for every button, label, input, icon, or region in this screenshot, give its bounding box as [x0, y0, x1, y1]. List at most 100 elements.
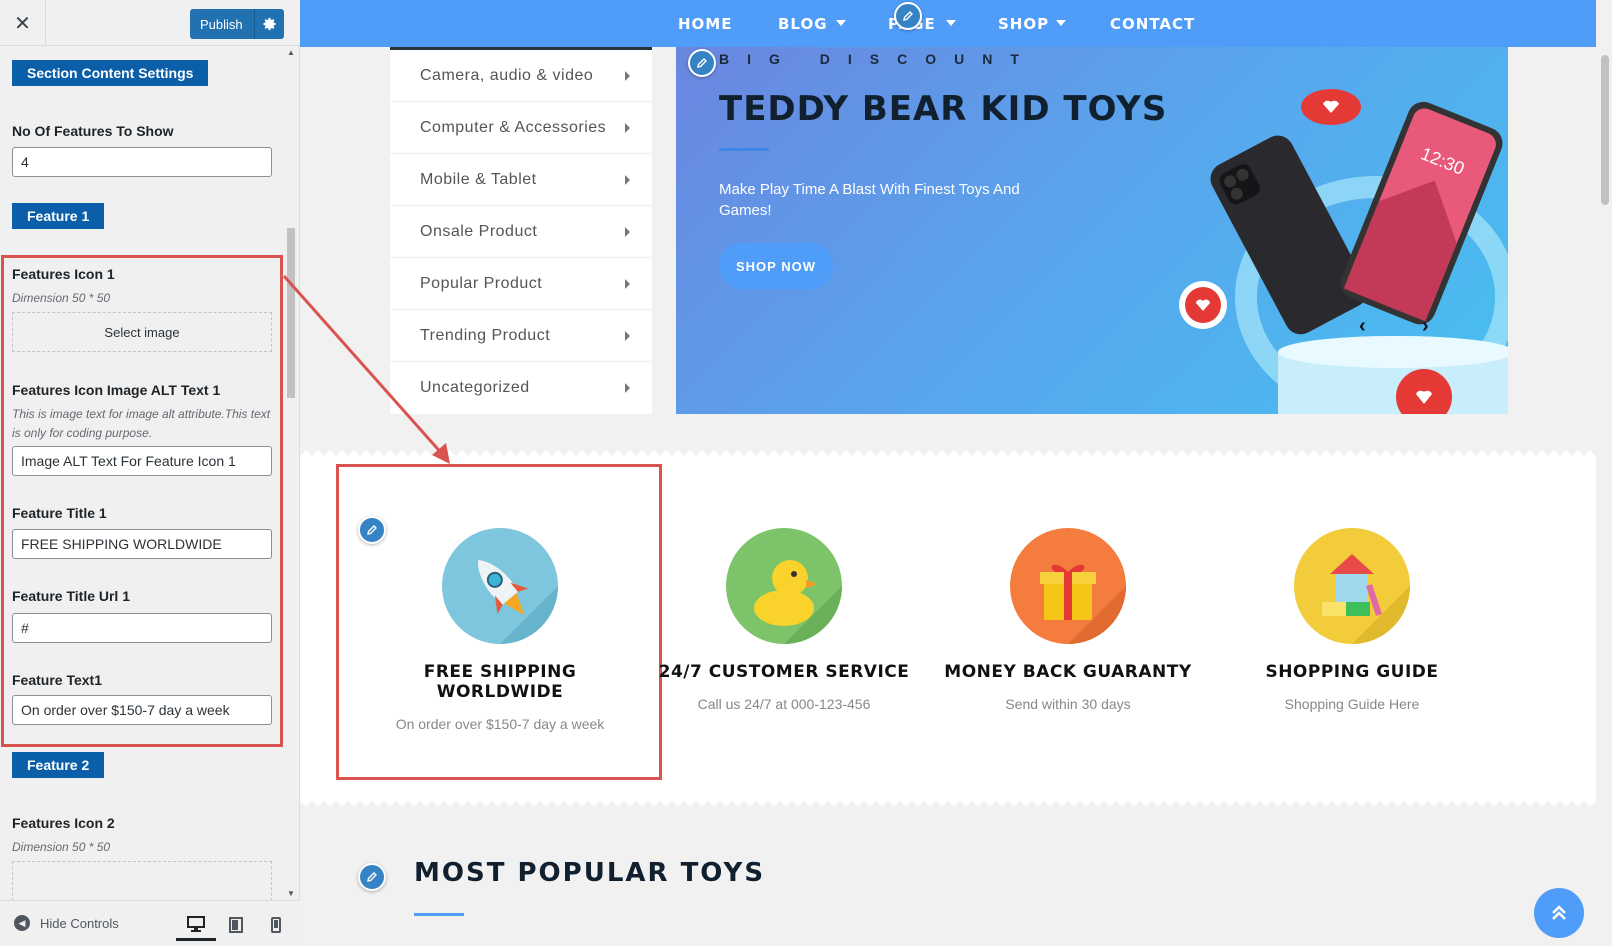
- chevron-right-icon: [625, 71, 630, 81]
- sidebar-scrollbar[interactable]: ▲ ▼: [285, 46, 297, 900]
- select-image-2-button[interactable]: [12, 861, 272, 900]
- no-features-label: No Of Features To Show: [12, 123, 174, 139]
- site-preview: HOME BLOG PAGE SHOP CONTACT Camera, audi…: [300, 0, 1612, 946]
- feature-title-1-input[interactable]: [12, 529, 272, 559]
- feature-title[interactable]: 24/7 CUSTOMER SERVICE: [654, 662, 914, 682]
- mobile-preview-button[interactable]: [256, 909, 296, 941]
- nav-blog[interactable]: BLOG: [778, 15, 828, 33]
- nav-contact[interactable]: CONTACT: [1110, 15, 1195, 33]
- tablet-preview-button[interactable]: [216, 909, 256, 941]
- feature-text: Call us 24/7 at 000-123-456: [697, 696, 871, 712]
- category-item[interactable]: Trending Product: [390, 310, 652, 362]
- scroll-down-icon[interactable]: ▼: [287, 889, 295, 898]
- feature-card: 24/7 CUSTOMER SERVICE Call us 24/7 at 00…: [654, 528, 914, 712]
- gear-icon: [262, 17, 276, 31]
- no-features-input[interactable]: [12, 147, 272, 177]
- collapse-icon: ◀: [14, 915, 30, 931]
- category-item[interactable]: Onsale Product: [390, 206, 652, 258]
- shop-dropdown-icon[interactable]: [1056, 20, 1066, 26]
- hero-text: Make Play Time A Blast With Finest Toys …: [719, 181, 1020, 219]
- back-to-top-button[interactable]: [1534, 888, 1584, 938]
- edit-hero-pencil-icon[interactable]: [688, 49, 716, 77]
- chevron-right-icon: [625, 123, 630, 133]
- duck-icon: [726, 528, 842, 644]
- preview-scroll-thumb[interactable]: [1601, 55, 1609, 205]
- alt-text-1-input[interactable]: [12, 446, 272, 476]
- feature-text: On order over $150-7 day a week: [395, 716, 605, 732]
- chevron-right-icon: [625, 227, 630, 237]
- hide-controls-button[interactable]: ◀ Hide Controls: [14, 915, 119, 931]
- feature-title-url-1-input[interactable]: [12, 613, 272, 643]
- feature-card: SHOPPING GUIDE Shopping Guide Here: [1222, 528, 1482, 712]
- chevron-right-icon: [625, 383, 630, 393]
- edit-nav-pencil-icon[interactable]: [894, 2, 922, 30]
- features-section: FREE SHIPPING WORLDWIDE On order over $1…: [300, 450, 1596, 807]
- category-menu: Camera, audio & video Computer & Accesso…: [390, 47, 652, 414]
- feature-card: FREE SHIPPING WORLDWIDE On order over $1…: [370, 528, 630, 732]
- hero-subtitle: BIG DISCOUNT: [719, 51, 1037, 67]
- feature-text-1-label: Feature Text1: [12, 672, 102, 688]
- feature-title[interactable]: MONEY BACK GUARANTY: [938, 662, 1198, 682]
- category-item[interactable]: Popular Product: [390, 258, 652, 310]
- hero-divider: [719, 148, 769, 151]
- publish-settings-button[interactable]: [255, 17, 284, 31]
- nav-shop[interactable]: SHOP: [998, 15, 1049, 33]
- toy-blocks-icon: [1294, 528, 1410, 644]
- slider-prev-icon[interactable]: ‹: [1359, 315, 1366, 338]
- scroll-up-icon[interactable]: ▲: [287, 48, 295, 57]
- edit-popular-pencil-icon[interactable]: [358, 863, 386, 891]
- tablet-icon: [229, 917, 243, 933]
- features-icon-2-label: Features Icon 2: [12, 815, 115, 831]
- sidebar-scroll-thumb[interactable]: [287, 228, 295, 398]
- desktop-icon: [187, 915, 205, 932]
- close-customizer-button[interactable]: ✕: [0, 0, 46, 46]
- feature-card: MONEY BACK GUARANTY Send within 30 days: [938, 528, 1198, 712]
- category-item[interactable]: Uncategorized: [390, 362, 652, 414]
- customizer-panel: Section Content Settings No Of Features …: [0, 46, 300, 900]
- publish-button[interactable]: Publish: [190, 9, 284, 39]
- publish-label: Publish: [200, 16, 243, 32]
- desktop-preview-button[interactable]: [176, 909, 216, 941]
- mobile-icon: [271, 917, 281, 933]
- customizer-header: ✕ Publish: [0, 0, 300, 46]
- feature-1-heading: Feature 1: [12, 203, 105, 229]
- blog-dropdown-icon[interactable]: [836, 20, 846, 26]
- feature-title[interactable]: FREE SHIPPING WORLDWIDE: [370, 662, 630, 702]
- gift-icon: [1010, 528, 1126, 644]
- section-content-settings-heading: Section Content Settings: [12, 60, 209, 86]
- preview-scrollbar[interactable]: [1598, 47, 1612, 946]
- feature-text-1-input[interactable]: [12, 695, 272, 725]
- feature-title-1-label: Feature Title 1: [12, 505, 107, 521]
- hero-title: TEDDY BEAR KID TOYS: [719, 89, 1168, 129]
- feature-2-heading: Feature 2: [12, 752, 105, 778]
- main-navigation: HOME BLOG PAGE SHOP CONTACT: [300, 0, 1596, 47]
- most-popular-title: MOST POPULAR TOYS: [414, 858, 766, 888]
- nav-home[interactable]: HOME: [678, 15, 732, 33]
- features-icon-1-dimension: Dimension 50 * 50: [12, 291, 111, 305]
- feature-text: Shopping Guide Here: [1284, 696, 1420, 712]
- hero-phones-image: 12:30: [1179, 89, 1508, 414]
- alt-text-1-label: Features Icon Image ALT Text 1: [12, 382, 221, 398]
- customizer-footer: ◀ Hide Controls: [0, 900, 300, 946]
- close-icon: ✕: [14, 12, 31, 35]
- chevron-right-icon: [625, 331, 630, 341]
- select-image-button[interactable]: Select image: [12, 312, 272, 352]
- feature-title[interactable]: SHOPPING GUIDE: [1222, 662, 1482, 682]
- most-popular-divider: [414, 913, 464, 916]
- chevron-right-icon: [625, 175, 630, 185]
- shop-now-button[interactable]: SHOP NOW: [719, 243, 833, 289]
- rocket-icon: [442, 528, 558, 644]
- features-icon-2-dimension: Dimension 50 * 50: [12, 840, 111, 854]
- hero-slider: BIG DISCOUNT TEDDY BEAR KID TOYS Make Pl…: [676, 47, 1508, 414]
- category-item[interactable]: Mobile & Tablet: [390, 154, 652, 206]
- double-chevron-up-icon: [1552, 905, 1566, 920]
- feature-title-url-1-label: Feature Title Url 1: [12, 588, 131, 604]
- category-item[interactable]: Camera, audio & video: [390, 50, 652, 102]
- chevron-right-icon: [625, 279, 630, 289]
- alt-text-1-description: This is image text for image alt attribu…: [12, 407, 271, 440]
- slider-next-icon[interactable]: ›: [1422, 315, 1429, 338]
- category-item[interactable]: Computer & Accessories: [390, 102, 652, 154]
- page-dropdown-icon[interactable]: [946, 20, 956, 26]
- features-icon-1-label: Features Icon 1: [12, 266, 115, 282]
- customizer-sidebar: ✕ Publish Section Content Settings No Of…: [0, 0, 300, 946]
